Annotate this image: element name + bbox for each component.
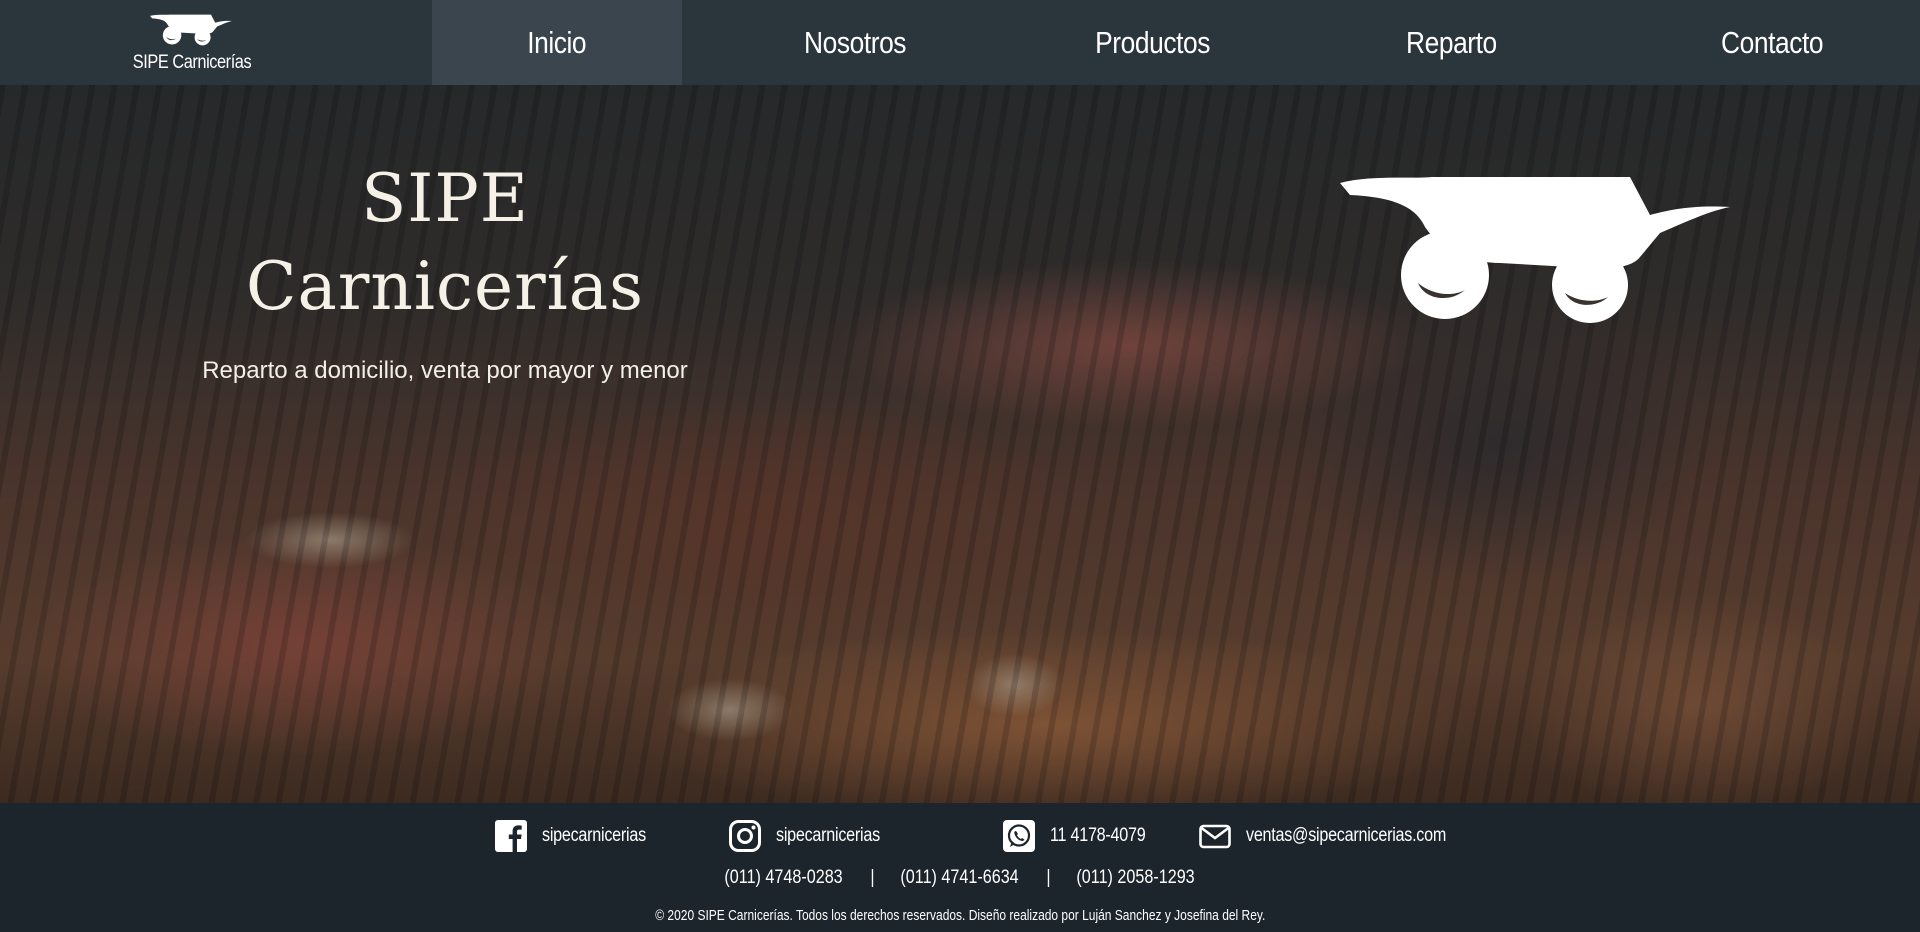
facebook-link[interactable]: sipecarnicerias [494, 818, 664, 854]
phone-number: (011) 4748-0283 [724, 867, 844, 888]
phone-number: (011) 4741-6634 [900, 867, 1020, 888]
email-link[interactable]: ventas@sipecarnicerias.com [1198, 818, 1481, 854]
brand-name: SIPE Carnicerías [132, 52, 252, 73]
nav-item-inicio[interactable]: Inicio [432, 0, 682, 85]
whatsapp-icon [1003, 820, 1035, 852]
phone-number: (011) 2058-1293 [1076, 867, 1196, 888]
footer: sipecarnicerias sipecarnicerias 11 4178-… [0, 803, 1920, 932]
copyright: © 2020 SIPE Carnicerías. Todos los derec… [0, 907, 1920, 924]
nav-item-label: Reparto [1405, 24, 1497, 60]
mail-icon [1199, 824, 1231, 849]
instagram-link[interactable]: sipecarnicerias [728, 818, 898, 854]
nav-item-label: Productos [1095, 24, 1211, 60]
nav-item-reparto[interactable]: Reparto [1278, 0, 1624, 85]
brand-home-link[interactable]: SIPE Carnicerías [0, 0, 432, 85]
hero-subtitle: Reparto a domicilio, venta por mayor y m… [202, 357, 688, 384]
nav-item-label: Inicio [527, 24, 587, 60]
nav-menu: Inicio Nosotros Productos Reparto Contac… [432, 0, 1920, 85]
phone-numbers: (011) 4748-0283 | (011) 4741-6634 | (011… [0, 867, 1920, 889]
copyright-text: © 2020 SIPE Carnicerías. Todos los derec… [654, 907, 1266, 924]
facebook-label: sipecarnicerias [542, 825, 646, 846]
instagram-label: sipecarnicerias [776, 825, 880, 846]
top-navigation: SIPE Carnicerías Inicio Nosotros Product… [0, 0, 1920, 85]
bull-cart-logo-icon [1340, 177, 1730, 323]
hero-title: SIPE Carnicerías [200, 155, 690, 331]
facebook-icon [495, 820, 527, 852]
bull-cart-logo-icon [150, 14, 232, 46]
hero-banner: SIPE Carnicerías Reparto a domicilio, ve… [0, 85, 1920, 803]
hero-title-line2: Carnicerías [246, 248, 644, 325]
nav-item-productos[interactable]: Productos [1028, 0, 1278, 85]
whatsapp-link[interactable]: 11 4178-4079 [1002, 818, 1162, 854]
hero-title-line1: SIPE [361, 160, 529, 237]
separator: | [869, 867, 875, 888]
nav-item-label: Nosotros [803, 24, 907, 60]
email-label: ventas@sipecarnicerias.com [1246, 825, 1447, 846]
whatsapp-label: 11 4178-4079 [1050, 825, 1146, 846]
nav-item-nosotros[interactable]: Nosotros [682, 0, 1028, 85]
nav-item-contacto[interactable]: Contacto [1624, 0, 1920, 85]
separator: | [1045, 867, 1051, 888]
nav-item-label: Contacto [1720, 24, 1824, 60]
instagram-icon [729, 820, 761, 852]
